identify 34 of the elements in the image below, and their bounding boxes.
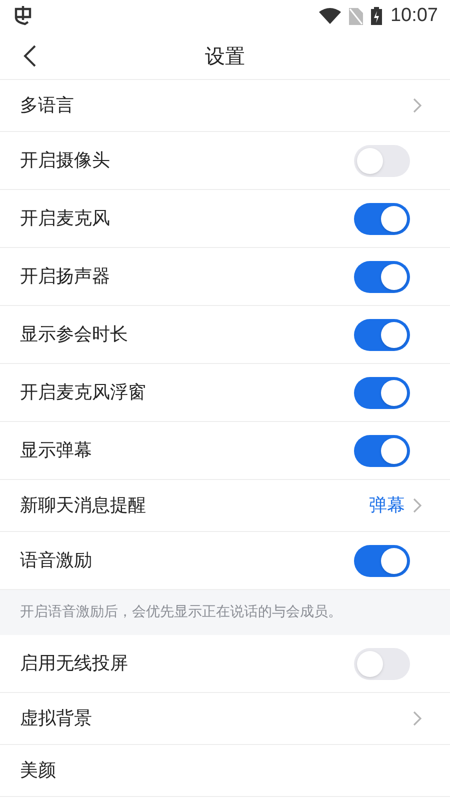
setting-label: 开启麦克风 xyxy=(20,207,110,231)
toggle-switch[interactable] xyxy=(354,260,410,292)
status-time: 10:07 xyxy=(390,4,438,28)
setting-label: 新聊天消息提醒 xyxy=(20,494,146,518)
setting-value: 弹幕 xyxy=(369,494,405,518)
chevron-icon xyxy=(413,711,422,726)
toggle-switch[interactable] xyxy=(354,648,410,680)
setting-row[interactable]: 虚拟背景 xyxy=(0,693,450,745)
battery-charging-icon xyxy=(371,7,382,25)
toggle-switch[interactable] xyxy=(354,318,410,350)
setting-label: 显示弹幕 xyxy=(20,439,92,463)
back-icon xyxy=(23,45,37,67)
toggle-switch[interactable] xyxy=(354,376,410,408)
chevron-icon xyxy=(413,498,422,513)
toggle-switch[interactable] xyxy=(354,202,410,234)
setting-label: 语音激励 xyxy=(20,549,92,573)
wifi-icon xyxy=(319,8,342,24)
hint-text: 开启语音激励后，会优先显示正在说话的与会成员。 xyxy=(20,603,342,622)
chevron-icon xyxy=(413,98,422,113)
setting-label: 多语言 xyxy=(20,94,74,118)
setting-label: 开启摄像头 xyxy=(20,149,110,173)
page-title: 设置 xyxy=(205,42,245,70)
setting-label: 开启扬声器 xyxy=(20,265,110,289)
toggle-switch[interactable] xyxy=(354,544,410,576)
setting-label: 显示参会时长 xyxy=(20,323,128,347)
setting-label: 启用无线投屏 xyxy=(20,652,128,676)
setting-label: 虚拟背景 xyxy=(20,707,92,731)
toggle-switch[interactable] xyxy=(354,434,410,466)
setting-label: 美颜 xyxy=(20,759,56,783)
toggle-switch[interactable] xyxy=(354,144,410,176)
no-sim-icon xyxy=(349,8,364,24)
setting-row[interactable]: 新聊天消息提醒 弹幕 xyxy=(0,480,450,532)
setting-label: 开启麦克风浮窗 xyxy=(20,381,146,405)
setting-row[interactable]: 多语言 xyxy=(0,80,450,132)
